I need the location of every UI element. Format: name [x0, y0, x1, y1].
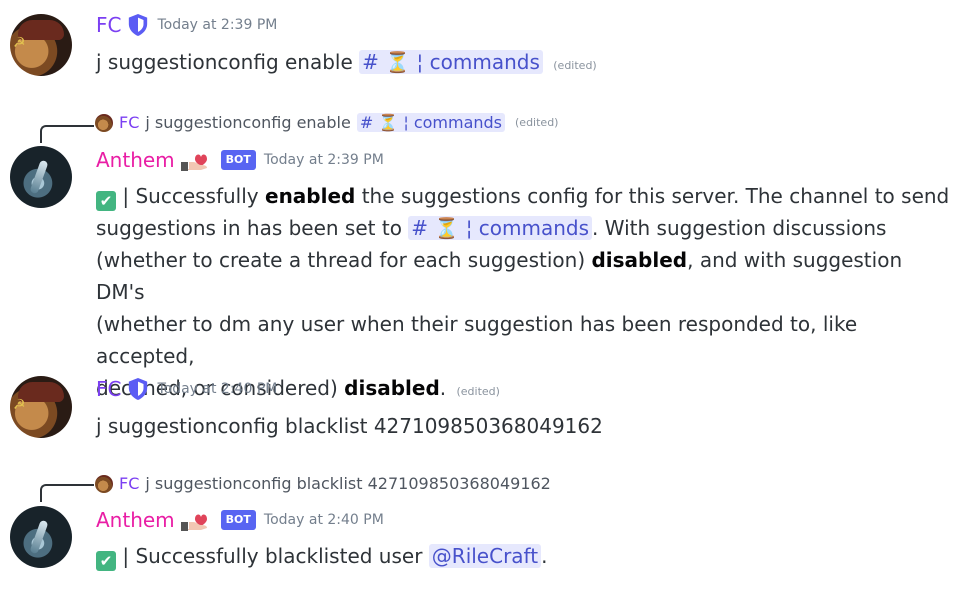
check-mark-icon: ✔: [96, 191, 116, 211]
shield-icon: [129, 14, 148, 36]
reply-preview[interactable]: FC j suggestionconfig blacklist 42710985…: [95, 474, 551, 493]
hand-heart-icon: [180, 514, 207, 531]
reply-avatar: [95, 113, 113, 132]
reply-edited: (edited): [515, 116, 559, 129]
edited-label: (edited): [553, 59, 597, 72]
message-content: ✔ | Successfully blacklisted user @RileC…: [96, 540, 547, 572]
fc-avatar[interactable]: [10, 376, 72, 438]
message-content: j suggestionconfig enable # ⏳ ¦ commands…: [96, 50, 597, 74]
message-content: ✔ | Successfully enabled the suggestions…: [96, 184, 950, 400]
bot-tag: BOT: [220, 150, 256, 170]
reply-text: j suggestionconfig enable: [145, 113, 351, 132]
author-name[interactable]: FC: [96, 13, 121, 37]
timestamp: Today at 2:39 PM: [157, 17, 278, 33]
timestamp: Today at 2:40 PM: [263, 512, 384, 528]
edited-label: (edited): [456, 385, 500, 398]
check-mark-icon: ✔: [96, 551, 116, 571]
reply-author: FC: [119, 474, 140, 493]
reply-author: FC: [119, 113, 140, 132]
channel-mention[interactable]: # ⏳ ¦ commands: [359, 50, 543, 74]
user-mention[interactable]: @RileCraft: [428, 544, 542, 568]
author-name[interactable]: FC: [96, 377, 121, 401]
hourglass-emoji: ⏳: [385, 50, 411, 74]
hand-heart-icon: [180, 154, 207, 171]
anthem-avatar[interactable]: [10, 146, 72, 208]
reply-avatar: [95, 474, 113, 493]
message-header: FC Today at 2:39 PM: [96, 13, 277, 37]
reply-channel-mention[interactable]: # ⏳ ¦ commands: [356, 113, 506, 132]
bot-tag: BOT: [220, 510, 256, 530]
shield-icon: [129, 378, 148, 400]
message-header: FC Today at 2:40 PM: [96, 377, 277, 401]
timestamp: Today at 2:40 PM: [157, 381, 278, 397]
author-name[interactable]: Anthem: [96, 508, 175, 532]
reply-connector: [40, 125, 94, 143]
channel-mention[interactable]: # ⏳ ¦ commands: [408, 216, 593, 240]
reply-text: j suggestionconfig blacklist 42710985036…: [145, 474, 551, 493]
reply-connector: [40, 484, 94, 502]
fc-avatar[interactable]: [10, 14, 72, 76]
reply-preview[interactable]: FC j suggestionconfig enable # ⏳ ¦ comma…: [95, 113, 558, 132]
author-name[interactable]: Anthem: [96, 148, 175, 172]
message-header: Anthem BOT Today at 2:39 PM: [96, 148, 384, 172]
message-content: j suggestionconfig blacklist 42710985036…: [96, 414, 603, 438]
anthem-avatar[interactable]: [10, 506, 72, 568]
message-header: Anthem BOT Today at 2:40 PM: [96, 508, 384, 532]
timestamp: Today at 2:39 PM: [263, 152, 384, 168]
